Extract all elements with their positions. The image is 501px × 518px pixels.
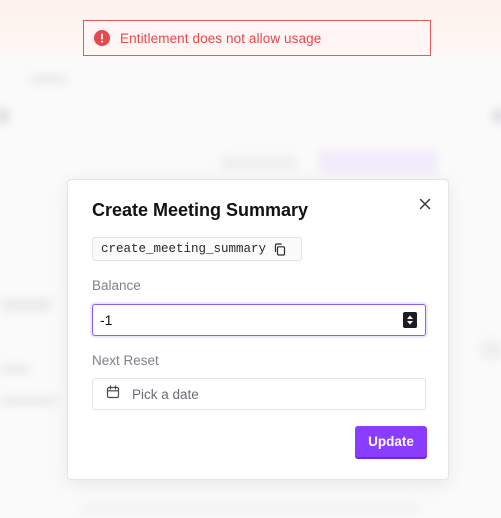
background-blur bbox=[0, 364, 30, 374]
next-reset-label: Next Reset bbox=[92, 353, 159, 368]
feature-key-text: create_meeting_summary bbox=[101, 242, 267, 256]
background-blur bbox=[318, 150, 438, 174]
next-reset-date-picker[interactable]: Pick a date bbox=[92, 378, 426, 410]
background-blur bbox=[492, 108, 501, 124]
alert-circle-icon bbox=[94, 30, 110, 46]
background-blur bbox=[30, 74, 68, 84]
close-icon[interactable] bbox=[418, 197, 432, 211]
date-picker-placeholder: Pick a date bbox=[132, 386, 199, 402]
balance-stepper[interactable] bbox=[403, 312, 417, 328]
copy-icon[interactable] bbox=[274, 242, 286, 256]
dialog-title: Create Meeting Summary bbox=[92, 200, 309, 220]
background-blur bbox=[220, 156, 298, 170]
background-blur bbox=[0, 108, 10, 124]
toast-message: Entitlement does not allow usage bbox=[120, 30, 322, 46]
background-blur bbox=[80, 505, 420, 513]
feature-key-chip: create_meeting_summary bbox=[92, 237, 302, 261]
create-entitlement-dialog: Create Meeting Summary create_meeting_su… bbox=[67, 179, 449, 480]
error-toast: Entitlement does not allow usage bbox=[83, 20, 431, 56]
update-button[interactable]: Update bbox=[355, 426, 427, 457]
background-blur bbox=[480, 340, 501, 360]
background-blur bbox=[0, 396, 58, 406]
balance-input[interactable] bbox=[93, 305, 403, 335]
background-blur bbox=[0, 298, 52, 312]
balance-field bbox=[92, 304, 426, 336]
calendar-icon bbox=[106, 384, 120, 404]
balance-label: Balance bbox=[92, 278, 141, 293]
